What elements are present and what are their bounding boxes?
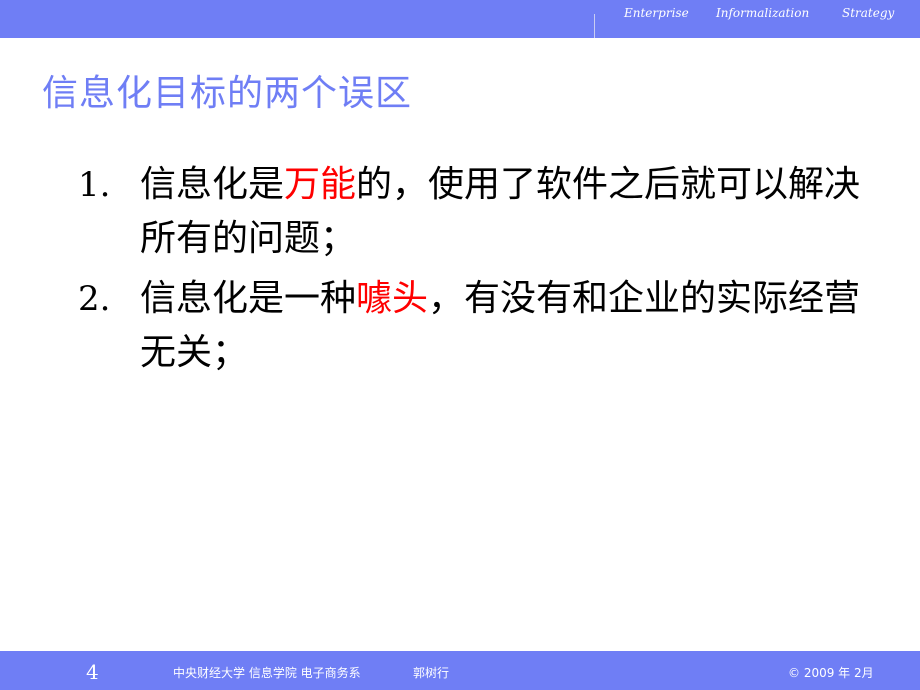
list-item: 1. 信息化是万能的，使用了软件之后就可以解决所有的问题； [78,158,868,266]
item-highlight: 噱头 [356,278,429,319]
item-number: 1. [78,165,111,205]
item-number: 2. [78,279,111,319]
item-text-before: 信息化是一种 [140,278,357,319]
footer-date: © 2009 年 2月 [788,666,874,680]
slide: Enterprise Informalization Strategy 信息化目… [0,0,920,690]
header-bar: Enterprise Informalization Strategy [0,0,920,38]
tagline-word: Strategy [842,6,895,20]
bullet-list: 1. 信息化是万能的，使用了软件之后就可以解决所有的问题； 2. 信息化是一种噱… [78,158,868,386]
list-item: 2. 信息化是一种噱头，有没有和企业的实际经营无关； [78,272,868,380]
page-number: 4 [86,660,99,684]
footer-bar: 4 中央财经大学 信息学院 电子商务系 郭树行 © 2009 年 2月 [0,651,920,690]
header-divider [594,14,595,38]
item-text-before: 信息化是 [140,164,285,205]
footer-organization: 中央财经大学 信息学院 电子商务系 [173,666,361,680]
tagline-word: Informalization [716,6,810,20]
slide-title: 信息化目标的两个误区 [42,73,413,114]
tagline-word: Enterprise [624,6,689,20]
footer-author: 郭树行 [413,666,450,680]
item-highlight: 万能 [284,164,357,205]
